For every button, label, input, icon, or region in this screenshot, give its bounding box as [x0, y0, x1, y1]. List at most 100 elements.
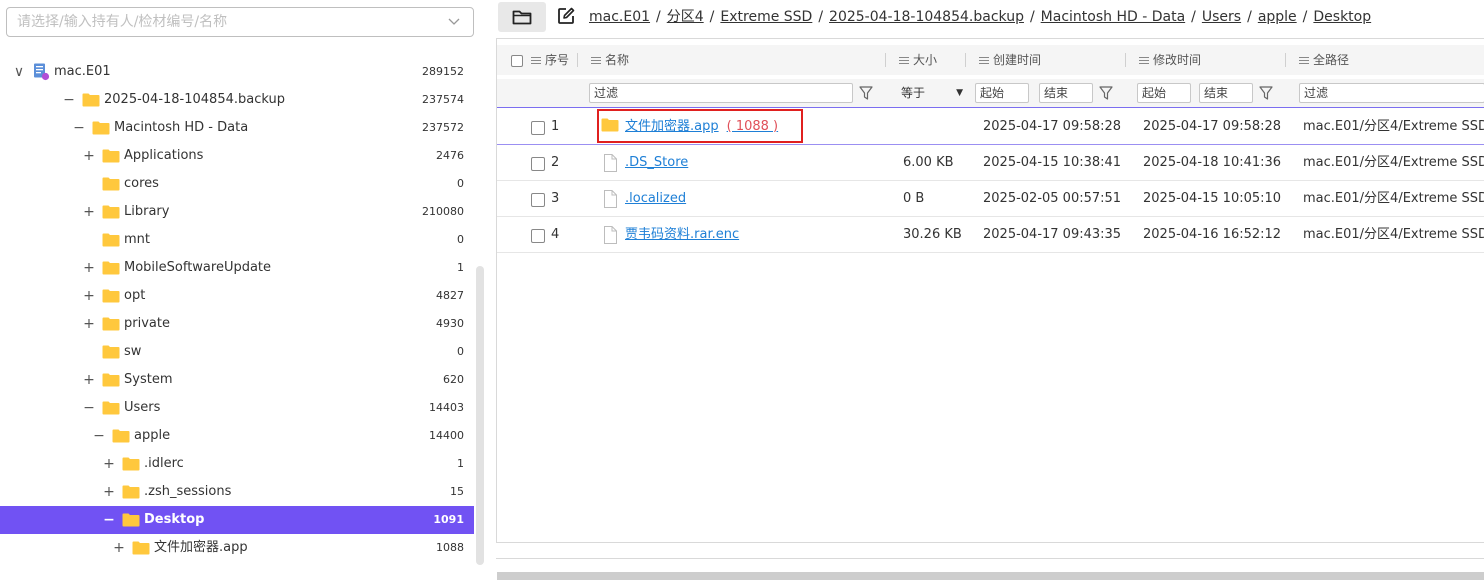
col-divider[interactable]: [885, 53, 886, 67]
row-checkbox[interactable]: [531, 228, 545, 243]
tree-node-count: 4930: [436, 317, 464, 330]
search-input[interactable]: [17, 12, 437, 32]
breadcrumb-item[interactable]: Users: [1202, 9, 1241, 25]
modified-start-box[interactable]: [1137, 83, 1191, 103]
tree-node[interactable]: + .idlerc 1: [0, 450, 474, 478]
table-row[interactable]: 4 贾韦码资料.rar.enc 30.26 KB 2025-04-17 09:4…: [497, 217, 1484, 253]
expand-icon[interactable]: +: [82, 372, 96, 388]
path-filter-input[interactable]: [1304, 85, 1470, 101]
expand-icon[interactable]: +: [82, 288, 96, 304]
breadcrumb-item[interactable]: Macintosh HD - Data: [1041, 9, 1185, 25]
filter-icon[interactable]: [1259, 85, 1273, 101]
table-row[interactable]: 2 .DS_Store 6.00 KB 2025-04-15 10:38:41 …: [497, 145, 1484, 181]
row-checkbox[interactable]: [531, 192, 545, 207]
expand-icon[interactable]: +: [82, 316, 96, 332]
breadcrumb-item[interactable]: Desktop: [1313, 9, 1371, 25]
modified-end-input[interactable]: [1204, 85, 1251, 101]
col-index-header[interactable]: 序号: [531, 45, 569, 75]
filter-icon[interactable]: [859, 85, 873, 101]
horizontal-scrollbar[interactable]: [497, 572, 1484, 580]
breadcrumb-item[interactable]: 2025-04-18-104854.backup: [829, 9, 1024, 25]
edit-icon[interactable]: [557, 7, 575, 25]
tree-node-count: 0: [457, 233, 464, 246]
filter-icon[interactable]: [1099, 85, 1113, 101]
created-end-input[interactable]: [1044, 85, 1091, 101]
created-start-box[interactable]: [975, 83, 1029, 103]
tree-node[interactable]: − Desktop 1091: [0, 506, 474, 534]
name-filter-input[interactable]: [594, 85, 830, 101]
modified-start-input[interactable]: [1142, 85, 1189, 101]
expand-icon[interactable]: +: [82, 148, 96, 164]
name-filter-box[interactable]: [589, 83, 853, 103]
tree-node[interactable]: cores 0: [0, 170, 474, 198]
chevron-down-icon[interactable]: [447, 14, 461, 28]
table-row[interactable]: 1 文件加密器.app( 1088 ) 2025-04-17 09:58:28 …: [497, 109, 1484, 145]
col-path-header[interactable]: 全路径: [1299, 45, 1349, 75]
tree-node[interactable]: − Macintosh HD - Data 237572: [0, 114, 474, 142]
collapse-icon[interactable]: −: [102, 512, 116, 528]
breadcrumb-separator: /: [818, 9, 824, 25]
expand-icon[interactable]: +: [102, 456, 116, 472]
created-start-input[interactable]: [980, 85, 1027, 101]
col-name-header[interactable]: 名称: [591, 45, 629, 75]
file-name-link[interactable]: 文件加密器.app ( 1088 ): [625, 119, 778, 135]
tree-node[interactable]: ∨ mac.E01 289152: [0, 58, 474, 86]
tree-node[interactable]: − apple 14400: [0, 422, 474, 450]
col-divider[interactable]: [1285, 53, 1286, 67]
modified-end-box[interactable]: [1199, 83, 1253, 103]
tree-node[interactable]: − 2025-04-18-104854.backup 237574: [0, 86, 474, 114]
full-path: mac.E01/分区4/Extreme SSD/: [1303, 119, 1484, 134]
col-modified-header[interactable]: 修改时间: [1139, 45, 1201, 75]
tree-node-label: .idlerc: [144, 456, 184, 471]
tree-node[interactable]: + opt 4827: [0, 282, 474, 310]
tree-node[interactable]: mnt 0: [0, 226, 474, 254]
tree-node[interactable]: + System 620: [0, 366, 474, 394]
col-size-header[interactable]: 大小: [899, 45, 937, 75]
full-path: mac.E01/分区4/Extreme SSD/: [1303, 155, 1484, 170]
file-name-link[interactable]: 贾韦码资料.rar.enc: [625, 227, 739, 243]
tree-node[interactable]: + MobileSoftwareUpdate 1: [0, 254, 474, 282]
table-row[interactable]: 3 .localized 0 B 2025-02-05 00:57:51 202…: [497, 181, 1484, 217]
file-name-link[interactable]: .localized: [625, 191, 686, 207]
file-name-link[interactable]: .DS_Store: [625, 155, 688, 171]
size-operator-select[interactable]: 等于 ▼: [901, 83, 963, 103]
expand-icon[interactable]: +: [112, 540, 126, 556]
tree-node[interactable]: + 文件加密器.app 1088: [0, 534, 474, 562]
tree-node-count: 15: [450, 485, 464, 498]
collapse-icon[interactable]: −: [62, 92, 76, 108]
col-divider[interactable]: [965, 53, 966, 67]
collapse-icon[interactable]: ∨: [12, 64, 26, 80]
breadcrumb-separator: /: [709, 9, 715, 25]
tree-scrollbar[interactable]: [476, 266, 484, 565]
breadcrumb-item[interactable]: Extreme SSD: [720, 9, 812, 25]
tree-node[interactable]: + Applications 2476: [0, 142, 474, 170]
breadcrumb-item[interactable]: 分区4: [667, 9, 704, 25]
tree-node-label: 文件加密器.app: [154, 540, 248, 555]
tree-node[interactable]: + .zsh_sessions 15: [0, 478, 474, 506]
breadcrumb-item[interactable]: apple: [1258, 9, 1297, 25]
expand-icon[interactable]: +: [82, 260, 96, 276]
expand-icon[interactable]: +: [82, 204, 96, 220]
folder-icon: [102, 289, 120, 303]
tree-node[interactable]: + private 4930: [0, 310, 474, 338]
col-divider[interactable]: [577, 53, 578, 67]
created-end-box[interactable]: [1039, 83, 1093, 103]
col-divider[interactable]: [1125, 53, 1126, 67]
collapse-icon[interactable]: −: [72, 120, 86, 136]
row-checkbox[interactable]: [531, 120, 545, 135]
tree-node-count: 1: [457, 457, 464, 470]
tree-node[interactable]: + Library 210080: [0, 198, 474, 226]
folder-view-button[interactable]: [498, 2, 546, 32]
evidence-search-select[interactable]: [6, 7, 474, 37]
row-checkbox[interactable]: [531, 156, 545, 171]
tree-node[interactable]: − Users 14403: [0, 394, 474, 422]
breadcrumb-item[interactable]: mac.E01: [589, 9, 650, 25]
modified-time: 2025-04-15 10:05:10: [1143, 191, 1282, 206]
select-all-checkbox[interactable]: [511, 54, 523, 67]
path-filter-box[interactable]: [1299, 83, 1484, 103]
collapse-icon[interactable]: −: [92, 428, 106, 444]
col-created-header[interactable]: 创建时间: [979, 45, 1041, 75]
tree-node[interactable]: sw 0: [0, 338, 474, 366]
collapse-icon[interactable]: −: [82, 400, 96, 416]
expand-icon[interactable]: +: [102, 484, 116, 500]
